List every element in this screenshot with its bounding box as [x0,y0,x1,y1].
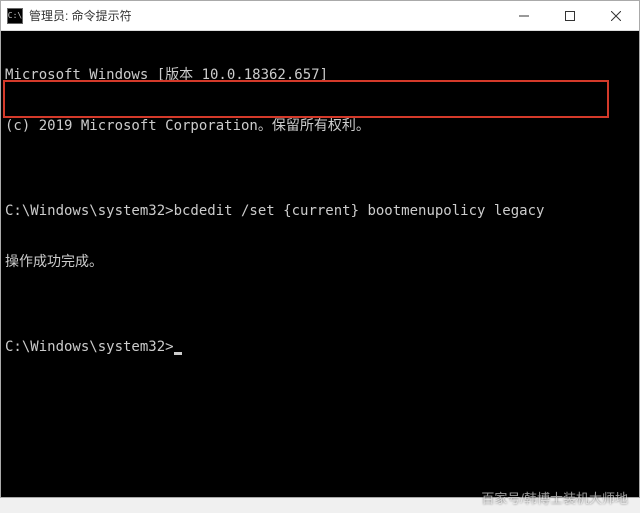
window-title: 管理员: 命令提示符 [29,7,501,24]
cmd-icon: C:\ [7,8,23,24]
terminal-line: Microsoft Windows [版本 10.0.18362.657] [5,67,635,84]
terminal-body[interactable]: Microsoft Windows [版本 10.0.18362.657] (c… [1,31,639,497]
minimize-button[interactable] [501,1,547,30]
highlight-annotation [3,80,609,118]
cursor [174,352,182,355]
window-controls [501,1,639,30]
cmd-window: C:\ 管理员: 命令提示符 Microsoft Windows [版本 10.… [0,0,640,498]
terminal-line: C:\Windows\system32>bcdedit /set {curren… [5,203,635,220]
terminal-line: C:\Windows\system32> [5,339,635,356]
prompt: C:\Windows\system32> [5,203,174,219]
maximize-button[interactable] [547,1,593,30]
titlebar[interactable]: C:\ 管理员: 命令提示符 [1,1,639,31]
terminal-line: 操作成功完成。 [5,254,635,271]
prompt: C:\Windows\system32> [5,339,174,355]
command-text: bcdedit /set {current} bootmenupolicy le… [174,203,545,219]
close-button[interactable] [593,1,639,30]
terminal-line: (c) 2019 Microsoft Corporation。保留所有权利。 [5,118,635,135]
watermark-text: 百家号/韩博士装机大师地 [481,488,628,507]
